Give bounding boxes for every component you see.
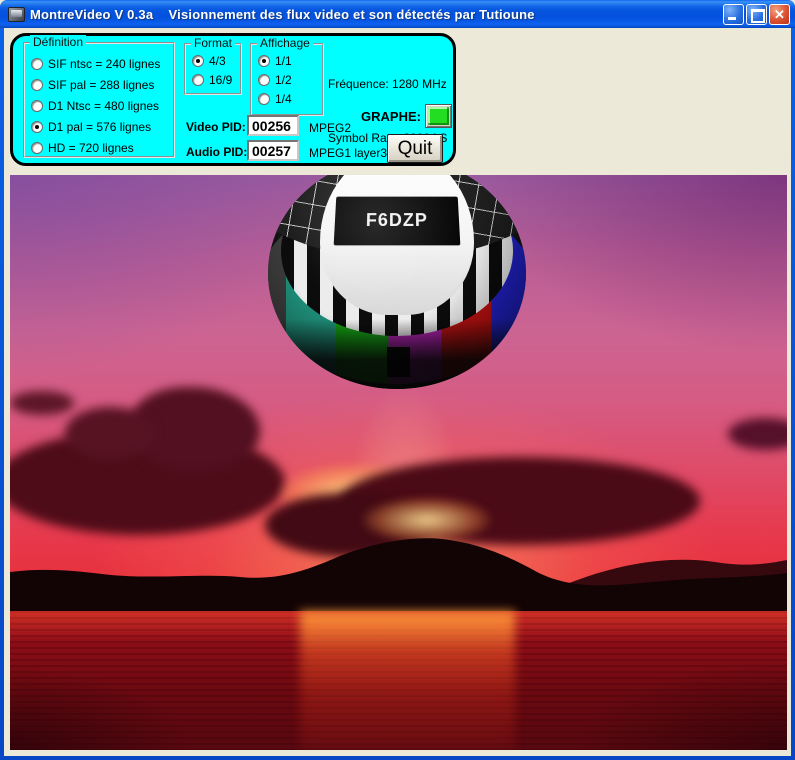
radio-icon[interactable]	[31, 142, 43, 154]
radio-format-4-3[interactable]: 4/3	[192, 53, 226, 69]
cloud	[10, 391, 74, 415]
radio-icon[interactable]	[192, 74, 204, 86]
app-icon	[8, 7, 25, 22]
radio-d1-pal[interactable]: D1 pal = 576 lignes	[31, 119, 151, 135]
graphe-button[interactable]	[425, 104, 452, 128]
graphe-led-icon	[428, 107, 449, 125]
frequency-value: Fréquence: 1280 MHz	[328, 75, 447, 93]
definition-group-label: Définition	[30, 35, 86, 49]
radio-icon[interactable]	[31, 100, 43, 112]
window-frame: MontreVideo V 0.3a Visionnement des flux…	[0, 0, 795, 760]
radio-hd[interactable]: HD = 720 lignes	[31, 140, 134, 156]
video-pid-label: Video PID:	[186, 120, 246, 134]
radio-icon[interactable]	[31, 79, 43, 91]
test-pattern-sphere: F6DZP	[268, 175, 526, 389]
client-area: Définition SIF ntsc = 240 lignes SIF pal…	[4, 28, 791, 756]
cloud	[65, 407, 155, 459]
audio-pid-label: Audio PID:	[186, 145, 247, 159]
radio-icon[interactable]	[192, 55, 204, 67]
affichage-group-label: Affichage	[257, 36, 313, 50]
radio-sif-ntsc[interactable]: SIF ntsc = 240 lignes	[31, 56, 160, 72]
radio-icon[interactable]	[258, 55, 270, 67]
radio-format-16-9[interactable]: 16/9	[192, 72, 232, 88]
quit-button[interactable]: Quit	[387, 134, 443, 163]
video-pid-input[interactable]	[247, 115, 299, 136]
format-group-label: Format	[191, 36, 235, 50]
radio-affichage-1-1[interactable]: 1/1	[258, 53, 292, 69]
audio-codec-label: MPEG1 layer3	[309, 146, 387, 160]
sun-reflection	[300, 611, 515, 750]
water	[10, 611, 787, 750]
mountain-silhouette	[10, 527, 787, 622]
radio-affichage-1-4[interactable]: 1/4	[258, 91, 292, 107]
close-button[interactable]	[769, 4, 790, 25]
definition-groupbox: Définition SIF ntsc = 240 lignes SIF pal…	[23, 42, 175, 158]
affichage-groupbox: Affichage 1/1 1/2 1/4	[250, 43, 324, 116]
audio-pid-input[interactable]	[247, 140, 299, 161]
radio-d1-ntsc[interactable]: D1 Ntsc = 480 lignes	[31, 98, 159, 114]
video-display: F6DZP	[10, 175, 787, 750]
window-title: MontreVideo V 0.3a Visionnement des flux…	[30, 7, 535, 22]
radio-icon[interactable]	[258, 74, 270, 86]
minimize-button[interactable]	[723, 4, 744, 25]
video-codec-label: MPEG2	[309, 121, 351, 135]
control-panel: Définition SIF ntsc = 240 lignes SIF pal…	[10, 33, 456, 166]
format-groupbox: Format 4/3 16/9	[184, 43, 242, 95]
maximize-button[interactable]	[746, 4, 767, 25]
radio-sif-pal[interactable]: SIF pal = 288 lignes	[31, 77, 154, 93]
radio-icon[interactable]	[31, 121, 43, 133]
titlebar: MontreVideo V 0.3a Visionnement des flux…	[0, 0, 795, 28]
radio-icon[interactable]	[31, 58, 43, 70]
radio-affichage-1-2[interactable]: 1/2	[258, 72, 292, 88]
radio-icon[interactable]	[258, 93, 270, 105]
